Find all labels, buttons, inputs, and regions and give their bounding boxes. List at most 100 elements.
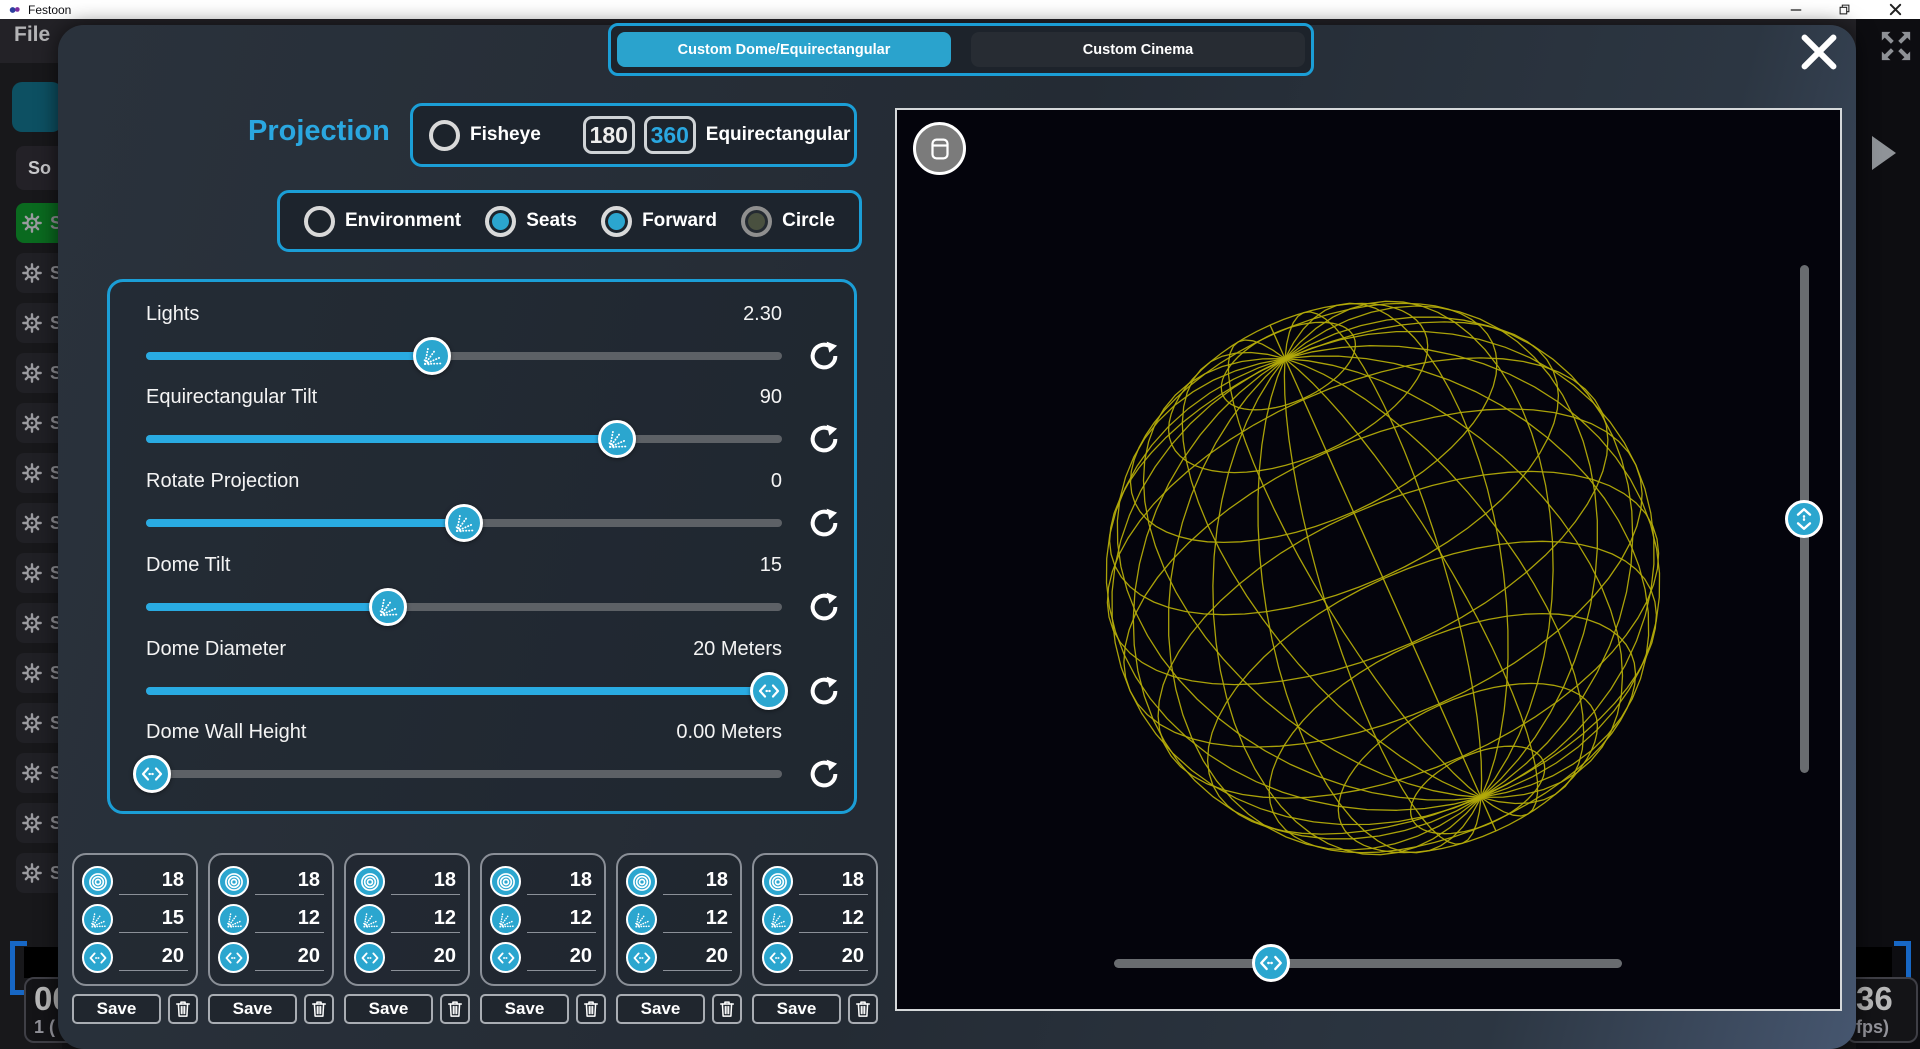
sidebar-item[interactable]: S (16, 303, 62, 343)
preset-value: 12 (255, 907, 324, 933)
file-menu[interactable]: File (14, 23, 50, 47)
trash-button[interactable] (712, 994, 742, 1024)
mode-seats[interactable]: Seats (485, 205, 577, 237)
preset-card-5[interactable]: 18 12 20 (616, 853, 742, 986)
save-button[interactable]: Save (480, 994, 569, 1024)
deg-180-button[interactable]: 180 (582, 116, 635, 154)
trash-button[interactable] (848, 994, 878, 1024)
slider-handle[interactable] (445, 504, 483, 543)
preset-card-2[interactable]: 18 12 20 (208, 853, 334, 986)
slider-track[interactable] (146, 671, 789, 710)
tab-custom-dome-equirectangular[interactable]: Custom Dome/Equirectangular (617, 32, 951, 67)
reset-button[interactable] (808, 675, 840, 707)
deg-360-button[interactable]: 360 (643, 116, 696, 154)
seats-radio[interactable] (485, 205, 517, 237)
slider-handle[interactable] (750, 671, 789, 710)
save-button[interactable]: Save (616, 994, 705, 1024)
gear-icon (21, 412, 43, 434)
modal-close-button[interactable] (1794, 27, 1844, 77)
preset-card-4[interactable]: 18 12 20 (480, 853, 606, 986)
sidebar-item[interactable]: S (16, 803, 62, 843)
slider-track[interactable] (146, 504, 782, 543)
sidebar-item[interactable]: S (16, 753, 62, 793)
mode-forward[interactable]: Forward (601, 205, 718, 237)
sidebar-teal-button[interactable] (12, 82, 62, 132)
sidebar-item[interactable]: S (16, 853, 62, 893)
tab-custom-cinema[interactable]: Custom Cinema (971, 32, 1305, 67)
reset-button[interactable] (808, 340, 840, 372)
preview-vertical-slider-handle[interactable] (1785, 500, 1823, 538)
screen: Festoon File So S S S S S S S S S S S S … (0, 0, 1920, 1049)
slider-track[interactable] (146, 420, 782, 459)
mode-environment[interactable]: Environment (304, 205, 461, 237)
save-button[interactable]: Save (72, 994, 161, 1024)
forward-radio[interactable] (601, 205, 633, 237)
expand-icon[interactable] (1876, 26, 1916, 66)
slider-track[interactable] (146, 587, 782, 626)
preset-column-5: 18 12 20 Save (616, 853, 742, 1024)
gear-icon (21, 262, 43, 284)
close-icon (1796, 29, 1842, 75)
slider-handle[interactable] (413, 336, 452, 375)
target-icon (82, 866, 113, 897)
window-close-button[interactable] (1878, 0, 1912, 19)
trash-icon (581, 999, 601, 1019)
mode-circle[interactable]: Circle (741, 205, 835, 237)
slider-handle[interactable] (133, 755, 172, 794)
save-button[interactable]: Save (752, 994, 841, 1024)
save-button[interactable]: Save (208, 994, 297, 1024)
trash-button[interactable] (168, 994, 198, 1024)
sidebar-item[interactable]: S (16, 603, 62, 643)
trash-button[interactable] (304, 994, 334, 1024)
circle-radio[interactable] (741, 205, 773, 237)
panel-collapse-arrow-icon[interactable] (1872, 136, 1896, 170)
gear-icon (21, 712, 43, 734)
sidebar-header-label: So (28, 157, 52, 178)
window-titlebar: Festoon (0, 0, 1920, 19)
environment-radio[interactable] (304, 205, 335, 237)
sidebar-item[interactable]: S (16, 253, 62, 293)
reset-button[interactable] (808, 758, 840, 790)
preset-card-3[interactable]: 18 12 20 (344, 853, 470, 986)
reset-button[interactable] (808, 423, 840, 455)
slider-value: 0 (770, 470, 782, 493)
reset-button[interactable] (808, 507, 840, 539)
fisheye-radio[interactable] (429, 119, 460, 151)
sidebar-item[interactable]: S (16, 203, 62, 243)
restore-button[interactable] (1827, 0, 1861, 19)
preset-value: 18 (663, 869, 732, 895)
sidebar-item[interactable]: S (16, 653, 62, 693)
preset-value: 20 (663, 945, 732, 971)
gear-icon (21, 612, 43, 634)
timecode-right: 36 (1856, 980, 1893, 1017)
sidebar-item[interactable]: S (16, 353, 62, 393)
sidebar-item[interactable]: S (16, 553, 62, 593)
reset-button[interactable] (808, 591, 840, 623)
trash-button[interactable] (576, 994, 606, 1024)
minimize-button[interactable] (1779, 0, 1813, 19)
preset-card-6[interactable]: 18 12 20 (752, 853, 878, 986)
slider-handle[interactable] (368, 587, 407, 626)
dome-view-button[interactable] (913, 122, 966, 175)
save-button[interactable]: Save (344, 994, 433, 1024)
sidebar-item[interactable]: S (16, 703, 62, 743)
mode-label: Forward (642, 210, 718, 231)
sidebar-item[interactable]: S (16, 503, 62, 543)
slider-label: Rotate Projection (146, 470, 300, 493)
slider-track[interactable] (146, 336, 782, 375)
preset-value: 18 (799, 869, 868, 895)
sidebar-item[interactable]: S (16, 403, 62, 443)
gear-icon (21, 812, 43, 834)
slider-track[interactable] (133, 755, 782, 794)
slider-label: Dome Diameter (146, 637, 287, 660)
timeline-bar-left (24, 947, 62, 978)
trash-button[interactable] (440, 994, 470, 1024)
target-icon (762, 866, 793, 897)
slider-fill (146, 602, 388, 611)
preset-card-1[interactable]: 18 15 20 (72, 853, 198, 986)
sidebar-item[interactable]: S (16, 453, 62, 493)
width-arrows-icon (768, 948, 788, 968)
slider-handle[interactable] (597, 420, 636, 459)
preview-horizontal-slider-track[interactable] (1114, 959, 1622, 968)
tilt-fan-icon (626, 904, 657, 935)
